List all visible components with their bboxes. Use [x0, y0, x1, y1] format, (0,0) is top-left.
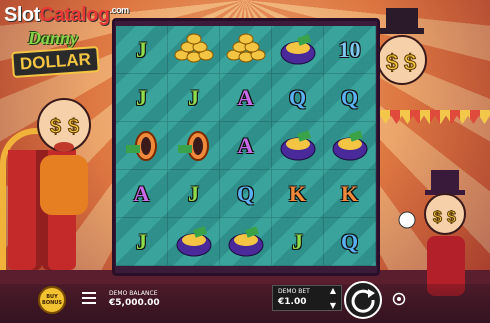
- coin-stack-symbol: [226, 33, 265, 62]
- control-bar: [0, 284, 490, 323]
- ten-symbol: 10: [338, 36, 361, 62]
- reel-cell: [168, 218, 220, 266]
- reel-cell: [220, 26, 272, 74]
- reel-cell: A: [220, 74, 272, 122]
- q-symbol: Q: [236, 180, 255, 206]
- hat-of-gold-symbol: [280, 33, 315, 64]
- reel-cell: [272, 122, 324, 170]
- clown-character-left: $ $: [37, 98, 91, 215]
- reel-cell: Q: [272, 74, 324, 122]
- reel-cell: J: [116, 26, 168, 74]
- a-symbol: A: [237, 84, 254, 110]
- bet-increase-icon[interactable]: ▲: [330, 286, 336, 295]
- reel-cell: K: [324, 170, 376, 218]
- coin-stack-symbol: [174, 33, 213, 62]
- bet-decrease-icon[interactable]: ▼: [330, 301, 336, 310]
- k-symbol: K: [340, 180, 359, 206]
- buy-bonus-label: BUY BONUS: [42, 294, 62, 306]
- reel-cell: J: [168, 74, 220, 122]
- reel-cell: 10: [324, 26, 376, 74]
- logo-bottom-text: DOLLAR: [11, 46, 100, 78]
- hat-of-gold-symbol: [280, 129, 315, 160]
- reel-cell: A: [220, 122, 272, 170]
- svg-text:$: $: [404, 50, 416, 75]
- reel-cell: Q: [324, 74, 376, 122]
- svg-text:$: $: [447, 209, 456, 226]
- q-symbol: Q: [340, 228, 359, 254]
- bet-stepper: ▲ ▼: [327, 286, 339, 310]
- reel-cell: [168, 26, 220, 74]
- reel-cell: [168, 122, 220, 170]
- game-logo: Danny DOLLAR: [11, 28, 108, 86]
- a-symbol: A: [237, 132, 254, 158]
- ringmaster-top: $ $: [377, 8, 427, 85]
- reel-cell: [324, 122, 376, 170]
- cannon-symbol: [177, 130, 209, 161]
- spin-button[interactable]: [344, 281, 382, 319]
- hat-of-gold-symbol: [176, 225, 211, 256]
- svg-text:$: $: [386, 50, 398, 75]
- svg-text:$: $: [50, 116, 61, 138]
- reel-cell: [116, 122, 168, 170]
- j-symbol: J: [136, 84, 147, 110]
- reel-cell: J: [116, 74, 168, 122]
- hat-of-gold-symbol: [332, 129, 367, 160]
- j-symbol: J: [136, 36, 147, 62]
- buy-bonus-button[interactable]: BUY BONUS: [38, 286, 66, 314]
- bet-label: DEMO BET: [278, 288, 310, 295]
- svg-text:$: $: [433, 209, 442, 226]
- reel-cell: J: [168, 170, 220, 218]
- menu-icon[interactable]: [82, 292, 96, 304]
- reel-cell: K: [272, 170, 324, 218]
- reel-cell: [220, 218, 272, 266]
- q-symbol: Q: [340, 84, 359, 110]
- reel-cell: A: [116, 170, 168, 218]
- j-symbol: J: [136, 228, 147, 254]
- autoplay-icon[interactable]: [392, 292, 406, 306]
- balance-value: €5,000.00: [109, 298, 160, 308]
- reel-grid: J 10 J J A Q Q A A J Q K K J J Q: [116, 26, 376, 266]
- k-symbol: K: [288, 180, 307, 206]
- svg-text:$: $: [68, 116, 79, 138]
- j-symbol: J: [188, 180, 199, 206]
- spin-arrow-icon: [351, 289, 375, 313]
- bet-value: €1.00: [278, 297, 307, 307]
- hat-of-gold-symbol: [228, 225, 263, 256]
- a-symbol: A: [133, 180, 150, 206]
- cannon-symbol: [125, 130, 157, 161]
- balance-label: DEMO BALANCE: [109, 290, 158, 297]
- reel-cell: Q: [324, 218, 376, 266]
- j-symbol: J: [188, 84, 199, 110]
- q-symbol: Q: [288, 84, 307, 110]
- j-symbol: J: [292, 228, 303, 254]
- reel-cell: [272, 26, 324, 74]
- reel-cell: J: [116, 218, 168, 266]
- reel-cell: J: [272, 218, 324, 266]
- reel-cell: Q: [220, 170, 272, 218]
- watermark: SlotCatalog.com: [4, 4, 129, 26]
